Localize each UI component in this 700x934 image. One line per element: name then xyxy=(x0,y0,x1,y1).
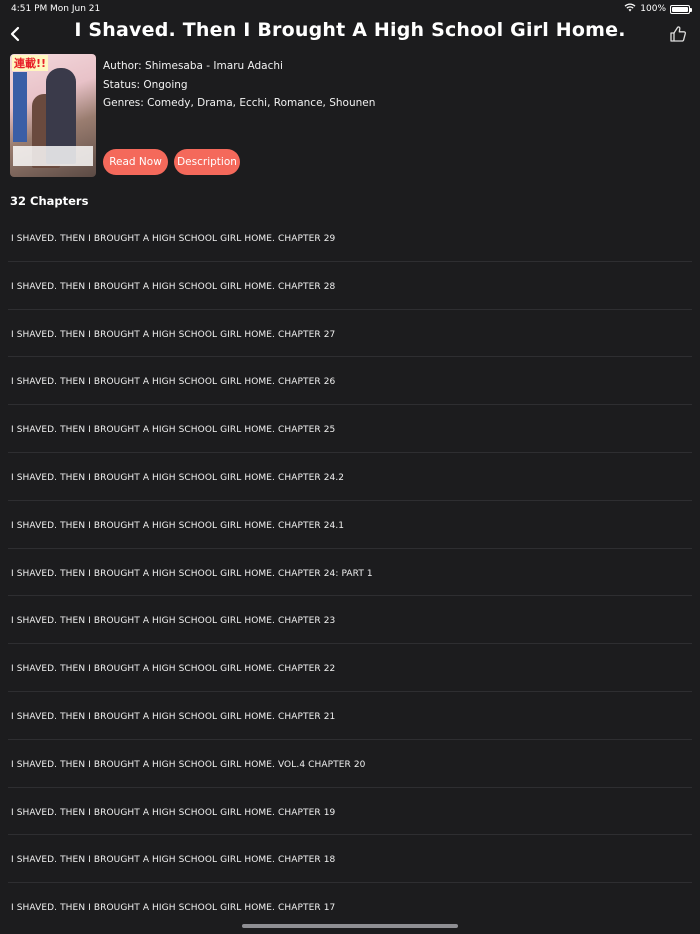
chapter-label: I SHAVED. THEN I BROUGHT A HIGH SCHOOL G… xyxy=(11,759,366,770)
manga-cover-image: 連載!! xyxy=(10,54,96,177)
chapter-row[interactable]: I SHAVED. THEN I BROUGHT A HIGH SCHOOL G… xyxy=(0,788,700,836)
author-text: Author: Shimesaba - Imaru Adachi xyxy=(103,60,283,72)
status-right: 100% xyxy=(624,3,692,15)
chapter-label: I SHAVED. THEN I BROUGHT A HIGH SCHOOL G… xyxy=(11,807,336,818)
wifi-icon xyxy=(624,3,636,15)
chapter-row[interactable]: I SHAVED. THEN I BROUGHT A HIGH SCHOOL G… xyxy=(0,501,700,549)
chapter-label: I SHAVED. THEN I BROUGHT A HIGH SCHOOL G… xyxy=(11,472,345,483)
chapter-row[interactable]: I SHAVED. THEN I BROUGHT A HIGH SCHOOL G… xyxy=(0,357,700,406)
read-now-button[interactable]: Read Now xyxy=(103,149,168,175)
chapter-row[interactable]: I SHAVED. THEN I BROUGHT A HIGH SCHOOL G… xyxy=(0,692,700,740)
chapter-row[interactable]: I SHAVED. THEN I BROUGHT A HIGH SCHOOL G… xyxy=(0,405,700,453)
chapter-row[interactable]: I SHAVED. THEN I BROUGHT A HIGH SCHOOL G… xyxy=(0,740,700,788)
chapter-label: I SHAVED. THEN I BROUGHT A HIGH SCHOOL G… xyxy=(11,616,336,627)
chapter-row[interactable]: I SHAVED. THEN I BROUGHT A HIGH SCHOOL G… xyxy=(0,644,700,692)
chapter-label: I SHAVED. THEN I BROUGHT A HIGH SCHOOL G… xyxy=(11,664,336,675)
status-bar: 4:51 PM Mon Jun 21 100% xyxy=(0,0,700,18)
chapter-label: I SHAVED. THEN I BROUGHT A HIGH SCHOOL G… xyxy=(11,234,336,244)
description-button[interactable]: Description xyxy=(174,149,240,175)
chapter-row[interactable]: I SHAVED. THEN I BROUGHT A HIGH SCHOOL G… xyxy=(0,596,700,645)
chapter-label: I SHAVED. THEN I BROUGHT A HIGH SCHOOL G… xyxy=(11,425,336,436)
status-text: Status: Ongoing xyxy=(103,78,188,91)
genres-text: Genres: Comedy, Drama, Ecchi, Romance, S… xyxy=(103,97,376,109)
cover-badge: 連載!! xyxy=(12,55,49,71)
home-indicator[interactable] xyxy=(242,924,458,928)
chapter-label: I SHAVED. THEN I BROUGHT A HIGH SCHOOL G… xyxy=(11,377,336,388)
page-title: I Shaved. Then I Brought A High School G… xyxy=(74,19,626,41)
nav-bar: I Shaved. Then I Brought A High School G… xyxy=(0,18,700,48)
thumbs-up-icon[interactable] xyxy=(668,24,688,44)
chapters-count: 32 Chapters xyxy=(10,194,89,208)
chapter-row[interactable]: I SHAVED. THEN I BROUGHT A HIGH SCHOOL G… xyxy=(0,835,700,884)
chapter-label: I SHAVED. THEN I BROUGHT A HIGH SCHOOL G… xyxy=(11,711,336,722)
chapter-row[interactable]: I SHAVED. THEN I BROUGHT A HIGH SCHOOL G… xyxy=(0,262,700,310)
chapter-row[interactable]: I SHAVED. THEN I BROUGHT A HIGH SCHOOL G… xyxy=(0,549,700,597)
chapter-label: I SHAVED. THEN I BROUGHT A HIGH SCHOOL G… xyxy=(11,281,336,292)
cover-stripe xyxy=(13,72,27,142)
chapter-label: I SHAVED. THEN I BROUGHT A HIGH SCHOOL G… xyxy=(11,903,336,914)
status-date: Mon Jun 21 xyxy=(50,4,101,14)
cover-text-block xyxy=(13,146,93,166)
chapter-row[interactable]: I SHAVED. THEN I BROUGHT A HIGH SCHOOL G… xyxy=(0,310,700,358)
chapter-row[interactable]: I SHAVED. THEN I BROUGHT A HIGH SCHOOL G… xyxy=(0,214,700,262)
chapter-list: I SHAVED. THEN I BROUGHT A HIGH SCHOOL G… xyxy=(0,214,700,931)
chapter-label: I SHAVED. THEN I BROUGHT A HIGH SCHOOL G… xyxy=(11,568,373,579)
chapter-label: I SHAVED. THEN I BROUGHT A HIGH SCHOOL G… xyxy=(11,520,345,531)
chapter-label: I SHAVED. THEN I BROUGHT A HIGH SCHOOL G… xyxy=(11,329,336,340)
chapter-label: I SHAVED. THEN I BROUGHT A HIGH SCHOOL G… xyxy=(11,855,336,866)
battery-percent: 100% xyxy=(640,4,666,14)
status-time: 4:51 PM xyxy=(11,4,48,14)
manga-info: Author: Shimesaba - Imaru Adachi Status:… xyxy=(103,60,375,116)
chapter-row[interactable]: I SHAVED. THEN I BROUGHT A HIGH SCHOOL G… xyxy=(0,453,700,501)
battery-icon xyxy=(670,4,692,14)
